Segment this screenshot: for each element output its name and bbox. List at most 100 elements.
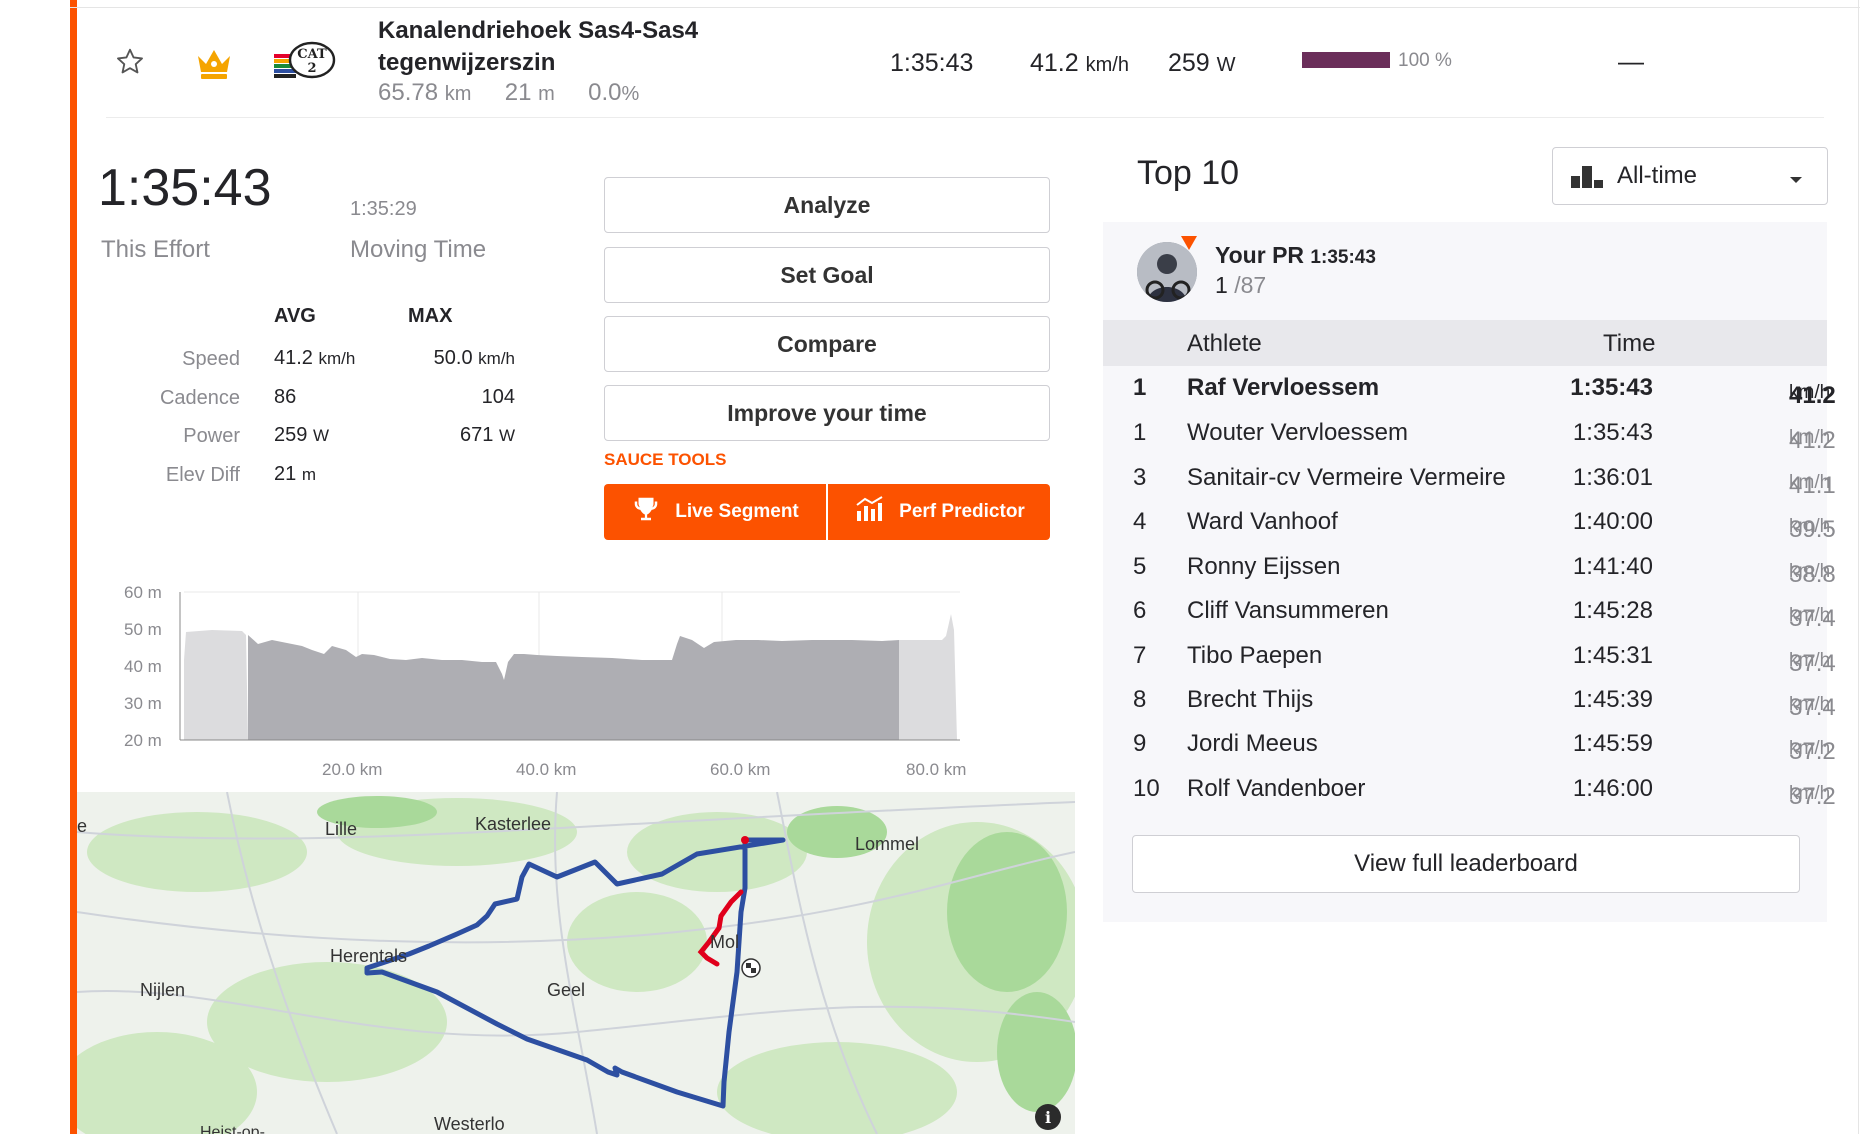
row-time-link[interactable]: 1:35:43	[1573, 419, 1653, 447]
elevation-chart[interactable]: 60 m 50 m 40 m 30 m 20 m 20.0 km 40.0 km…	[112, 580, 992, 780]
stat-avg-elev: 21 m	[274, 463, 316, 486]
filter-selected: All-time	[1617, 162, 1698, 189]
x-tick-80km: 80.0 km	[906, 760, 967, 779]
row-athlete-link[interactable]: Ward Vanhoof	[1187, 508, 1338, 536]
row-rank: 1	[1133, 419, 1147, 446]
row-athlete-link[interactable]: Rolf Vandenboer	[1187, 775, 1365, 803]
table-row[interactable]: 7 Tibo Paepen 1:45:31 37.4 km/h	[1103, 634, 1836, 678]
row-athlete-link[interactable]: Tibo Paepen	[1187, 642, 1322, 670]
row-speed-unit: km/h	[1789, 472, 1831, 493]
stat-avg-speed: 41.2 km/h	[274, 347, 355, 370]
time-filter-dropdown[interactable]: All-time	[1552, 147, 1828, 205]
table-row[interactable]: 4 Ward Vanhoof 1:40:00 39.5 km/h	[1103, 500, 1836, 544]
y-tick-50: 50 m	[124, 620, 162, 639]
map-label-heist: Heist-op-	[200, 1124, 265, 1134]
stat-max-power-unit: W	[498, 426, 515, 445]
map-label-nijlen: Nijlen	[140, 980, 186, 1000]
pr-rank: 1 /87	[1215, 272, 1266, 299]
map-label-herentals: Herentals	[330, 946, 408, 966]
row-time-link[interactable]: 1:45:39	[1573, 686, 1653, 714]
segment-name-line2[interactable]: tegenwijzerszin	[378, 47, 698, 79]
right-divider	[1858, 0, 1859, 1134]
pr-crown-icon	[1179, 232, 1199, 252]
set-goal-button[interactable]: Set Goal	[604, 247, 1050, 303]
stat-avg-speed-unit: km/h	[318, 349, 356, 368]
row-time-link[interactable]: 1:45:59	[1573, 730, 1653, 758]
effort-time-label: This Effort	[101, 236, 210, 263]
x-tick-40km: 40.0 km	[516, 760, 577, 779]
stat-avg-power: 259 W	[274, 424, 329, 447]
y-tick-60: 60 m	[124, 583, 162, 602]
improve-time-button[interactable]: Improve your time	[604, 385, 1050, 441]
segment-row[interactable]: CAT 2 Kanalendriehoek Sas4-Sas4 tegenwij…	[106, 12, 1824, 116]
row-athlete-link[interactable]: Wouter Vervloessem	[1187, 419, 1408, 447]
row-athlete-link[interactable]: Sanitair-cv Vermeire Vermeire	[1187, 464, 1506, 492]
stat-avg-power-unit: W	[312, 426, 329, 445]
row-time-link[interactable]: 1:45:28	[1573, 597, 1653, 625]
segment-grade-unit: %	[621, 83, 640, 105]
row-athlete-link[interactable]: Raf Vervloessem	[1187, 374, 1379, 402]
row-time-link[interactable]: 1:36:01	[1573, 464, 1653, 492]
stat-label-cadence: Cadence	[159, 387, 240, 409]
progress-percent: 100 %	[1398, 50, 1452, 71]
table-row[interactable]: 10 Rolf Vandenboer 1:46:00 37.2 km/h	[1103, 767, 1836, 811]
table-row[interactable]: 9 Jordi Meeus 1:45:59 37.2 km/h	[1103, 722, 1836, 766]
row-time-link[interactable]: 1:35:43	[1570, 374, 1653, 402]
map-label-lille: Lille	[325, 819, 358, 839]
stat-label-elev: Elev Diff	[165, 464, 240, 486]
analyze-button[interactable]: Analyze	[604, 177, 1050, 233]
row-rank: 6	[1133, 597, 1147, 624]
map-label-geel: Geel	[547, 980, 586, 1000]
row-speed-unit: km/h	[1789, 694, 1831, 715]
live-segment-button[interactable]: Live Segment	[604, 484, 826, 540]
row-divider	[106, 117, 1824, 118]
y-tick-40: 40 m	[124, 657, 162, 676]
segment-elev: 21	[504, 79, 532, 106]
top-divider	[70, 7, 1860, 8]
stat-avg-power-value: 259	[274, 424, 308, 446]
map-info-icon[interactable]: i	[1035, 1104, 1061, 1130]
row-athlete-link[interactable]: Jordi Meeus	[1187, 730, 1318, 758]
row-rank: 9	[1133, 730, 1147, 757]
row-speed-unit: km/h	[1789, 650, 1831, 671]
table-row[interactable]: 3 Sanitair-cv Vermeire Vermeire 1:36:01 …	[1103, 456, 1836, 500]
table-row[interactable]: 8 Brecht Thijs 1:45:39 37.4 km/h	[1103, 678, 1836, 722]
segment-name[interactable]: Kanalendriehoek Sas4-Sas4 tegenwijzerszi…	[378, 15, 698, 79]
perf-predictor-button[interactable]: Perf Predictor	[828, 484, 1050, 540]
map-label-westerlo: Westerlo	[434, 1114, 505, 1134]
table-row[interactable]: 1 Wouter Vervloessem 1:35:43 41.2 km/h	[1103, 411, 1836, 455]
row-time-link[interactable]: 1:46:00	[1573, 775, 1653, 803]
segment-speed-unit: km/h	[1085, 54, 1129, 76]
effort-time: 1:35:43	[98, 159, 272, 217]
row-athlete-link[interactable]: Cliff Vansummeren	[1187, 597, 1389, 625]
table-row[interactable]: 6 Cliff Vansummeren 1:45:28 37.4 km/h	[1103, 589, 1836, 633]
segment-speed-value: 41.2	[1030, 49, 1079, 77]
segment-distance: 65.78	[378, 79, 439, 106]
bar-chart-icon	[1571, 166, 1607, 193]
stat-max-power: 671 W	[460, 424, 515, 447]
perf-predictor-label: Perf Predictor	[899, 501, 1025, 522]
row-athlete-link[interactable]: Brecht Thijs	[1187, 686, 1313, 714]
row-rank: 7	[1133, 642, 1147, 669]
map-label-lommel: Lommel	[855, 834, 920, 854]
table-row[interactable]: 5 Ronny Eijssen 1:41:40 38.8 km/h	[1103, 545, 1836, 589]
row-rank: 1	[1133, 374, 1147, 401]
stat-avg-elev-value: 21	[274, 463, 297, 485]
map-info-glyph: i	[1044, 1107, 1052, 1127]
row-speed-unit: km/h	[1789, 783, 1831, 804]
row-time-link[interactable]: 1:41:40	[1573, 553, 1653, 581]
col-athlete: Athlete	[1187, 330, 1262, 357]
table-row[interactable]: 1 Raf Vervloessem 1:35:43 41.2 km/h	[1103, 366, 1836, 410]
segment-name-line1[interactable]: Kanalendriehoek Sas4-Sas4	[378, 15, 698, 47]
row-athlete-link[interactable]: Ronny Eijssen	[1187, 553, 1340, 581]
stat-avg-speed-value: 41.2	[274, 347, 313, 369]
row-time-link[interactable]: 1:40:00	[1573, 508, 1653, 536]
view-full-leaderboard-button[interactable]: View full leaderboard	[1132, 835, 1800, 893]
col-max-header: MAX	[408, 305, 453, 327]
compare-button[interactable]: Compare	[604, 316, 1050, 372]
star-icon[interactable]	[114, 46, 146, 78]
stat-label-speed: Speed	[182, 348, 240, 370]
segment-map[interactable]: e Lille Kasterlee Lommel Herentals Nijle…	[77, 792, 1075, 1134]
row-time-link[interactable]: 1:45:31	[1573, 642, 1653, 670]
segment-time: 1:35:43	[890, 49, 974, 77]
